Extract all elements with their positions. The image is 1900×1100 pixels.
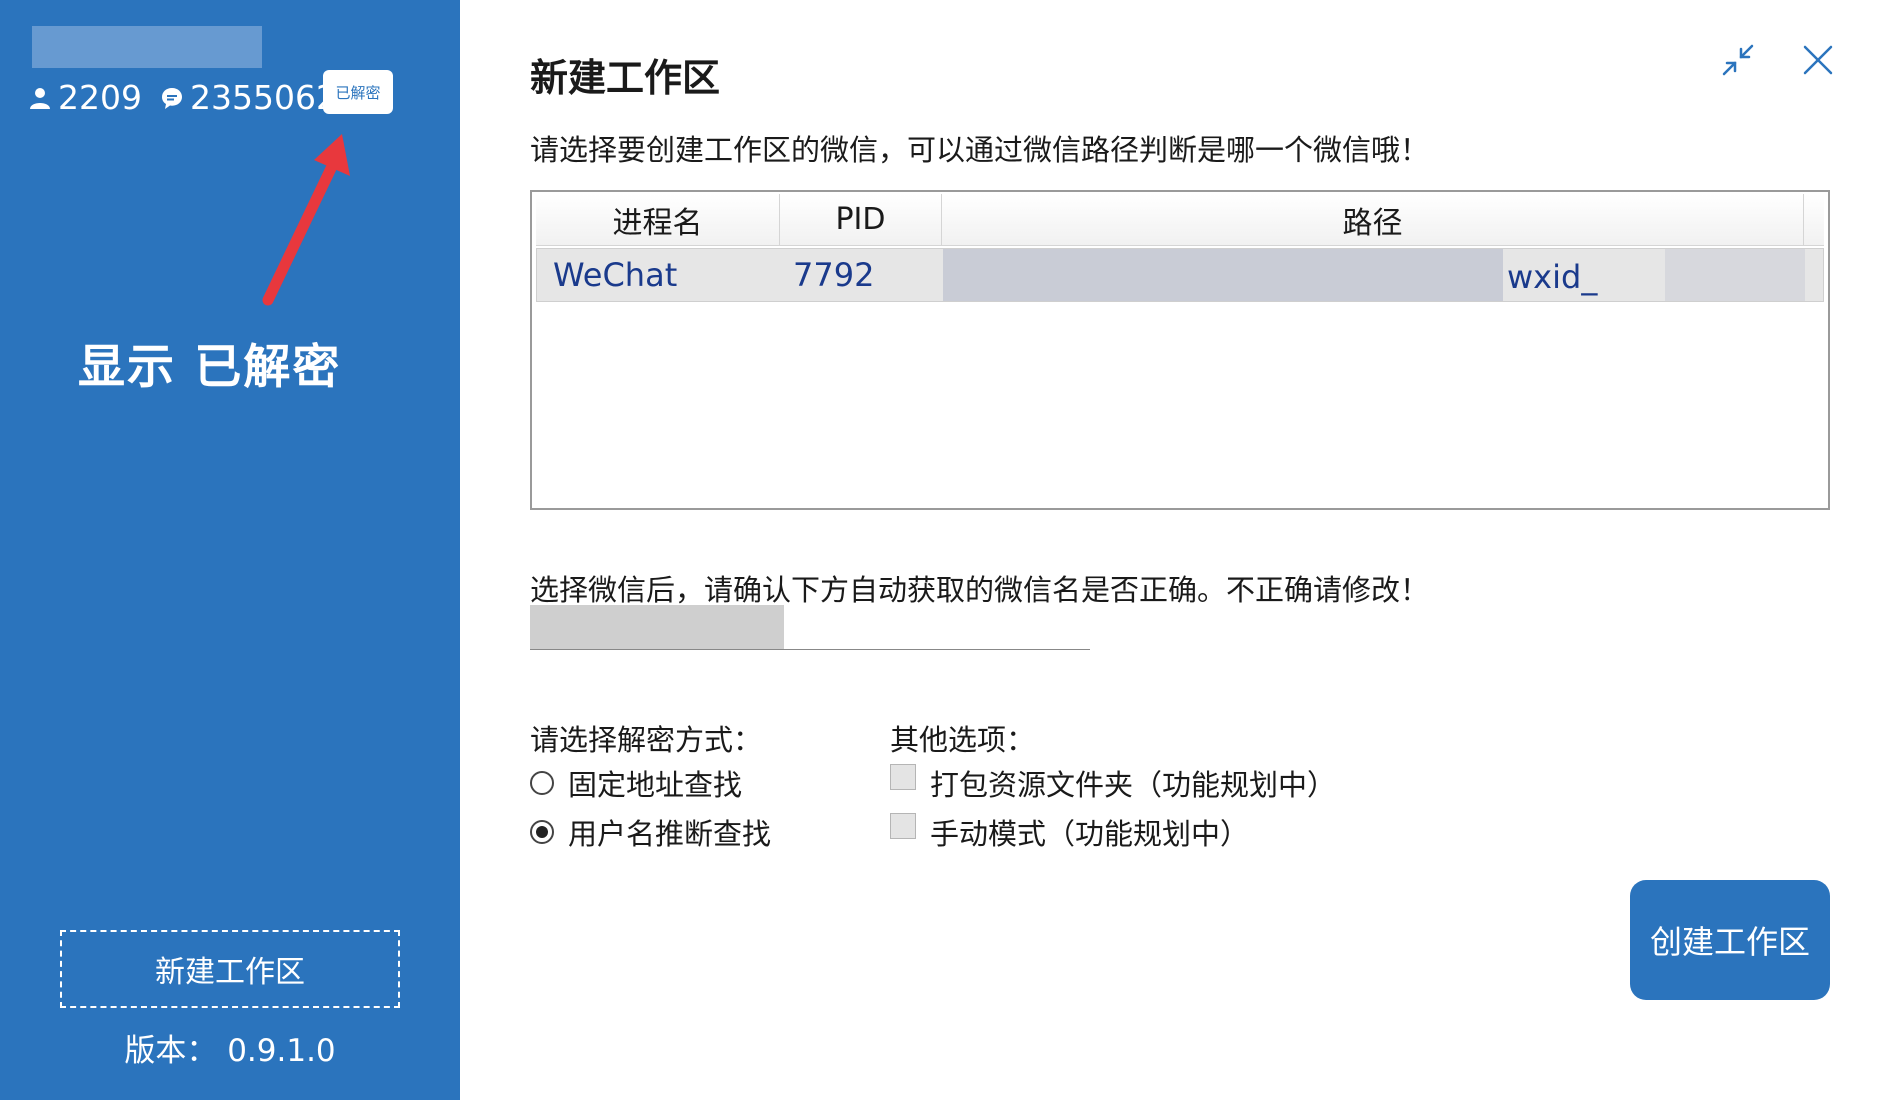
blurred-path <box>943 249 1503 301</box>
dialog-title: 新建工作区 <box>530 56 721 100</box>
radio-button[interactable] <box>530 771 554 795</box>
wechat-process-table: 进程名 PID 路径 WeChat 7792 wxid_ <box>530 190 1830 510</box>
checkbox-manual-mode[interactable]: 手动模式（功能规划中） <box>890 811 1249 853</box>
column-header-path[interactable]: 路径 <box>942 194 1804 245</box>
checkbox-label: 手动模式（功能规划中） <box>930 817 1250 851</box>
column-header-pid[interactable]: PID <box>780 194 942 245</box>
radio-username-inference[interactable]: 用户名推断查找 <box>530 811 771 853</box>
decrypt-method-label: 请选择解密方式： <box>530 723 763 757</box>
blurred-wechat-name <box>530 605 784 649</box>
name-hint-text: 选择微信后，请确认下方自动获取的微信名是否正确。不正确请修改！ <box>530 573 1430 607</box>
cell-path: wxid_ <box>1507 258 1598 296</box>
wechat-name-input[interactable] <box>530 605 1090 650</box>
annotation-arrow-icon <box>262 134 350 306</box>
account-stats: 2209 2355062 <box>28 78 355 117</box>
collapse-icon[interactable] <box>1720 42 1756 78</box>
checkbox-label: 打包资源文件夹（功能规划中） <box>930 768 1337 802</box>
table-row[interactable]: WeChat 7792 wxid_ <box>536 248 1824 302</box>
user-count: 2209 <box>58 78 142 117</box>
message-count: 2355062 <box>189 78 337 117</box>
blurred-account-name <box>32 26 262 68</box>
radio-button-selected[interactable] <box>530 820 554 844</box>
annotation-text: 显示 已解密 <box>78 340 342 395</box>
cell-process: WeChat <box>553 256 678 294</box>
checkbox[interactable] <box>890 813 916 839</box>
close-icon[interactable] <box>1800 42 1836 78</box>
column-header-spacer <box>1804 194 1824 245</box>
version-label: 版本： <box>124 1033 218 1069</box>
new-workspace-button[interactable]: 新建工作区 <box>60 930 400 1008</box>
version-info: 版本： 0.9.1.0 <box>0 1025 460 1070</box>
checkbox[interactable] <box>890 764 916 790</box>
blurred-path-tail <box>1665 249 1805 301</box>
cell-pid: 7792 <box>793 256 875 294</box>
checkbox-pack-resources[interactable]: 打包资源文件夹（功能规划中） <box>890 762 1336 804</box>
table-header: 进程名 PID 路径 <box>536 194 1824 246</box>
user-icon <box>30 87 50 109</box>
radio-label: 用户名推断查找 <box>568 817 772 851</box>
radio-fixed-address[interactable]: 固定地址查找 <box>530 762 742 804</box>
other-options-label: 其他选项： <box>890 723 1036 757</box>
chat-bubble-icon <box>161 87 182 109</box>
decrypted-badge: 已解密 <box>323 70 393 114</box>
column-header-process[interactable]: 进程名 <box>536 194 780 245</box>
instruction-text: 请选择要创建工作区的微信，可以通过微信路径判断是哪一个微信哦！ <box>530 133 1430 167</box>
sidebar: 2209 2355062 已解密 显示 已解密 新建工作区 版本： 0.9.1.… <box>0 0 460 1100</box>
version-number: 0.9.1.0 <box>227 1033 336 1069</box>
radio-label: 固定地址查找 <box>568 768 743 802</box>
create-workspace-button[interactable]: 创建工作区 <box>1630 880 1830 1000</box>
